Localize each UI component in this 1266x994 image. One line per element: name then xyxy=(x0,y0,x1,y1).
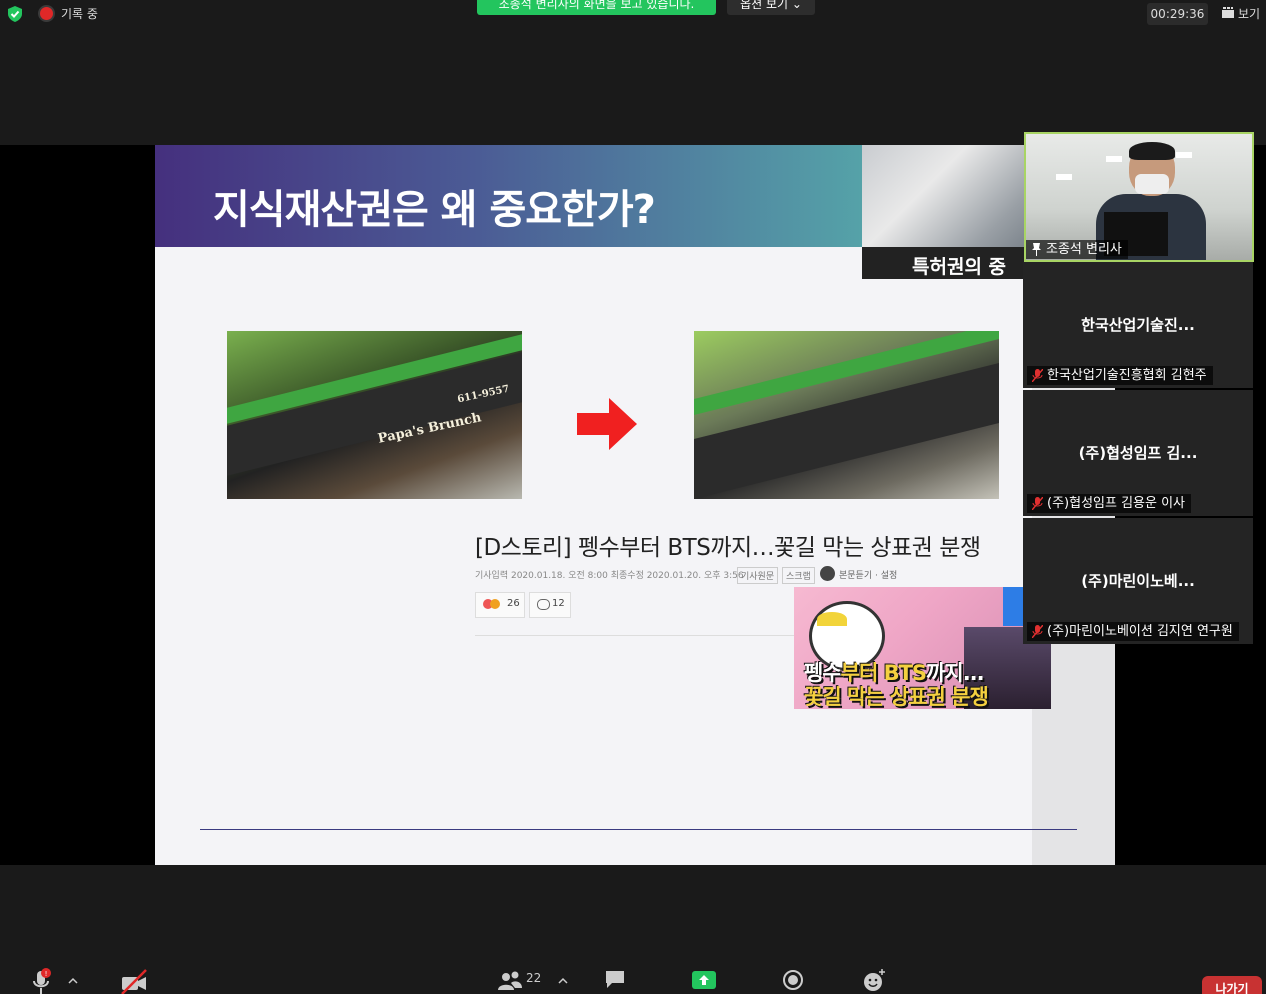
meeting-timer: 00:29:36 xyxy=(1147,3,1208,25)
news-meta: 기사입력 2020.01.18. 오전 8:00 최종수정 2020.01.20… xyxy=(475,571,744,581)
participant-name-chip: 조종석 변리사 xyxy=(1026,240,1128,259)
store-sign-photo-before: Papa's Brunch 611-9557 xyxy=(227,331,522,499)
deco-caption: 특허권의 중 xyxy=(912,256,1007,278)
recording-label: 기록 중 xyxy=(61,7,98,21)
view-grid-icon[interactable] xyxy=(1222,7,1234,18)
participant-name-chip: (주)마린이노베이션 김지연 연구원 xyxy=(1027,622,1239,641)
comments-box: 12 xyxy=(529,592,571,618)
thumbnail-line-2: 꽃길 막는 상표권 분쟁 xyxy=(804,685,989,709)
listen-label: 본문듣기 · 설정 xyxy=(839,571,898,581)
participant-tile[interactable]: 한국산업기술진... 한국산업기술진흥협회 김현주 xyxy=(1023,262,1253,388)
participants-count: 22 xyxy=(526,971,542,985)
svg-text:!: ! xyxy=(45,970,48,978)
slide-title: 지식재산권은 왜 중요한가? xyxy=(213,187,656,233)
pin-icon xyxy=(1032,243,1041,256)
participant-display-name: (주)협성임프 김... xyxy=(1078,444,1198,462)
recording-indicator-icon xyxy=(40,7,53,20)
listen-icon xyxy=(820,566,835,581)
view-button[interactable]: 보기 xyxy=(1238,5,1260,22)
mic-muted-icon xyxy=(1032,625,1043,638)
scrap-tag: 스크랩 xyxy=(782,567,815,584)
surprised-emoji-icon xyxy=(490,599,500,609)
original-article-tag: 기사원문 xyxy=(737,567,779,584)
participant-tile[interactable]: (주)마린이노베... (주)마린이노베이션 김지연 연구원 xyxy=(1023,518,1253,644)
record-icon[interactable] xyxy=(782,968,804,990)
leave-button[interactable]: 나가기 xyxy=(1202,976,1262,994)
arrow-right-icon xyxy=(577,398,637,450)
store-sign-photo-after xyxy=(694,331,999,499)
mic-muted-icon xyxy=(1032,497,1043,510)
slide-footer-line xyxy=(200,829,1077,830)
video-off-icon[interactable] xyxy=(120,968,148,994)
news-thumbnail: 펭수부터 BTS까지... 꽃길 막는 상표권 분쟁 xyxy=(794,587,1051,709)
screen-share-banner: 조종석 변리사의 화면을 보고 있습니다. xyxy=(477,0,716,15)
participant-name-chip: 한국산업기술진흥협회 김현주 xyxy=(1027,366,1213,385)
reactions-icon[interactable] xyxy=(862,968,886,992)
mic-options-chevron-icon[interactable] xyxy=(68,977,78,985)
participant-name-chip: (주)협성임프 김용운 이사 xyxy=(1027,494,1192,513)
comments-count: 12 xyxy=(552,598,565,609)
participant-video-tile[interactable]: 조종석 변리사 xyxy=(1024,132,1254,262)
participant-display-name: (주)마린이노베... xyxy=(1081,572,1195,590)
comment-bubble-icon xyxy=(537,599,550,610)
participant-display-name: 한국산업기술진... xyxy=(1081,316,1195,334)
reactions-box: 26 xyxy=(475,592,525,618)
view-options-button[interactable]: 옵션 보기 ⌄ xyxy=(727,0,815,15)
mic-muted-icon xyxy=(1032,369,1043,382)
security-shield-icon[interactable] xyxy=(8,6,22,22)
news-headline: [D스토리] 펭수부터 BTS까지…꽃길 막는 상표권 분쟁 xyxy=(475,535,981,561)
participants-icon[interactable] xyxy=(497,968,523,992)
participant-tile[interactable]: (주)협성임프 김... (주)협성임프 김용운 이사 xyxy=(1023,390,1253,516)
chat-icon[interactable] xyxy=(604,968,626,990)
participants-options-chevron-icon[interactable] xyxy=(558,977,568,985)
shared-slide: 지식재산권은 왜 중요한가? 특허권의 중 Papa's Brunch 611-… xyxy=(155,145,1115,865)
meeting-toolbar xyxy=(0,865,1266,994)
reactions-count: 26 xyxy=(507,598,520,609)
mic-muted-icon[interactable]: ! xyxy=(32,968,52,994)
share-screen-icon[interactable] xyxy=(692,968,716,990)
